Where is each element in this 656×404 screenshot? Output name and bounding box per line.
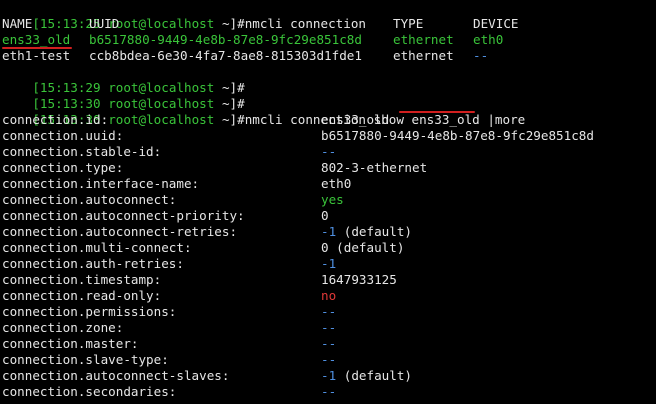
property-default-note: (default) [336, 224, 412, 239]
property-value: -1 [321, 224, 337, 239]
property-value: no [321, 288, 337, 303]
property-key: connection.auth-retries: [2, 256, 184, 271]
property-key: connection.multi-connect: [2, 240, 192, 255]
property-row: connection.zone: -- [2, 320, 652, 336]
table-header: NAME UUID TYPE DEVICE [2, 16, 652, 32]
property-value: 0 (default) [321, 240, 405, 255]
row-device: -- [473, 48, 489, 63]
row-uuid: b6517880-9449-4e8b-87e8-9fc29e851c8d [89, 32, 362, 47]
property-row: connection.uuid: b6517880-9449-4e8b-87e8-… [2, 128, 652, 144]
property-key: connection.autoconnect-priority: [2, 208, 245, 223]
header-uuid: UUID [89, 16, 120, 31]
prompt-line: [15:13:30 root@localhost ~]# [2, 80, 244, 111]
property-value: -- [321, 144, 337, 159]
prompt-line: [15:13:29 root@localhost ~]# [2, 64, 244, 95]
header-type: TYPE [393, 16, 424, 31]
property-row: connection.interface-name: eth0 [2, 176, 652, 192]
property-value: -1 [321, 368, 337, 383]
property-value: -- [321, 320, 337, 335]
property-row: connection.autoconnect-slaves: -1 (defaul… [2, 368, 652, 384]
property-key: connection.permissions: [2, 304, 177, 319]
property-key: connection.stable-id: [2, 144, 162, 159]
property-key: connection.uuid: [2, 128, 124, 143]
row-type: ethernet [393, 32, 454, 47]
property-key: connection.timestamp: [2, 272, 162, 287]
property-key: connection.type: [2, 160, 124, 175]
row-uuid: ccb8bdea-6e30-4fa7-8ae8-815303d1fde1 [89, 48, 362, 63]
property-row: connection.stable-id: -- [2, 144, 652, 160]
property-key: connection.autoconnect-slaves: [2, 368, 230, 383]
property-key: connection.slave-type: [2, 352, 169, 367]
property-row: connection.slave-type: -- [2, 352, 652, 368]
property-row: connection.type: 802-3-ethernet [2, 160, 652, 176]
property-key: connection.secondaries: [2, 384, 177, 399]
property-row: connection.auth-retries: -1 [2, 256, 652, 272]
property-value: -- [321, 352, 337, 367]
property-value: eth0 [321, 176, 352, 191]
row-name: ens33_old [2, 32, 71, 47]
property-key: connection.master: [2, 336, 139, 351]
property-row: connection.autoconnect: yes [2, 192, 652, 208]
property-row: connection.multi-connect: 0 (default) [2, 240, 652, 256]
table-row: ens33_old b6517880-9449-4e8b-87e8-9fc29e… [2, 32, 652, 48]
property-default-note: (default) [336, 368, 412, 383]
row-device: eth0 [473, 32, 504, 47]
property-row: connection.secondaries: -- [2, 384, 652, 400]
table-row: eth1-test ccb8bdea-6e30-4fa7-8ae8-815303… [2, 48, 652, 64]
property-key: connection.zone: [2, 320, 124, 335]
header-device: DEVICE [473, 16, 519, 31]
property-value: b6517880-9449-4e8b-87e8-9fc29e851c8d [321, 128, 594, 143]
property-row: connection.permissions: -- [2, 304, 652, 320]
property-value: ens33_old [321, 112, 390, 127]
terminal-window[interactable]: [15:13:25 root@localhost ~]#nmcli connec… [0, 0, 656, 404]
property-value: 802-3-ethernet [321, 160, 428, 175]
property-value: -- [321, 384, 337, 399]
property-value: yes [321, 192, 344, 207]
header-name: NAME [2, 16, 33, 31]
row-name: eth1-test [2, 48, 71, 63]
property-value: -- [321, 336, 337, 351]
property-key: connection.autoconnect-retries: [2, 224, 238, 239]
property-row: connection.read-only: no [2, 288, 652, 304]
property-key: connection.read-only: [2, 288, 162, 303]
property-value: -- [321, 304, 337, 319]
property-value: 0 [321, 208, 329, 223]
row-type: ethernet [393, 48, 454, 63]
property-row: connection.master: -- [2, 336, 652, 352]
property-row: connection.id: ens33_old [2, 112, 652, 128]
property-key: connection.interface-name: [2, 176, 200, 191]
property-value: 1647933125 [321, 272, 397, 287]
property-key: connection.autoconnect: [2, 192, 177, 207]
property-row: connection.timestamp: 1647933125 [2, 272, 652, 288]
property-key: connection.id: [2, 112, 109, 127]
prompt-line: [15:13:25 root@localhost ~]#nmcli connec… [2, 0, 366, 31]
prompt-line: [15:13:30 root@localhost ~]#nmcli connec… [2, 96, 525, 127]
property-row: connection.autoconnect-retries: -1 (defau… [2, 224, 652, 240]
property-row: connection.autoconnect-priority: 0 [2, 208, 652, 224]
property-value: -1 [321, 256, 337, 271]
